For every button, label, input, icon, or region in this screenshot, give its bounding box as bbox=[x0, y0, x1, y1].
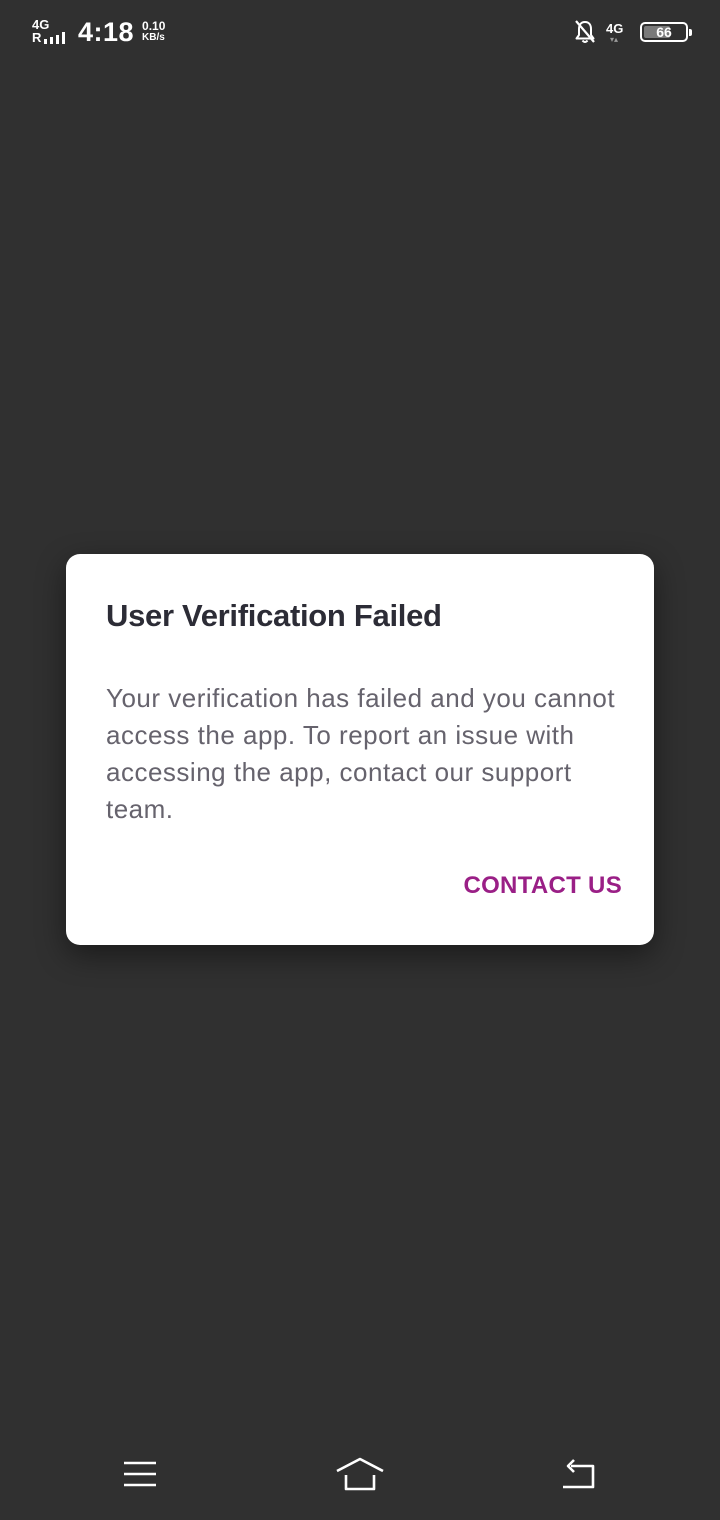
speed-unit: KB/s bbox=[142, 32, 165, 43]
bell-off-icon bbox=[574, 19, 596, 45]
verification-failed-dialog: User Verification Failed Your verificati… bbox=[66, 554, 654, 945]
status-bar: 4G R 4:18 0.10 KB/s 4G ▾▴ 66 bbox=[0, 0, 720, 64]
navigation-bar bbox=[0, 1436, 720, 1520]
home-icon[interactable] bbox=[330, 1452, 390, 1496]
battery-level: 66 bbox=[656, 24, 672, 40]
signal-bars bbox=[44, 32, 65, 44]
network-speed: 0.10 KB/s bbox=[142, 19, 166, 43]
speed-value: 0.10 bbox=[142, 19, 166, 33]
menu-icon[interactable] bbox=[110, 1452, 170, 1496]
network-right-label: 4G bbox=[606, 21, 624, 36]
contact-us-button[interactable]: CONTACT US bbox=[463, 866, 622, 906]
status-right: 4G ▾▴ 66 bbox=[574, 16, 692, 48]
screen: 4G R 4:18 0.10 KB/s 4G ▾▴ 66 User Verifi… bbox=[0, 0, 720, 1520]
network-4g-icon: 4G ▾▴ bbox=[606, 18, 626, 46]
signal-icon: 4G R bbox=[32, 18, 72, 46]
battery-icon: 66 bbox=[640, 22, 692, 42]
status-left: 4G R 4:18 0.10 KB/s bbox=[32, 16, 165, 48]
dialog-message: Your verification has failed and you can… bbox=[106, 683, 616, 824]
back-icon[interactable] bbox=[549, 1452, 609, 1496]
roaming-label: R bbox=[32, 30, 42, 45]
dialog-title: User Verification Failed bbox=[106, 598, 442, 633]
clock: 4:18 bbox=[78, 16, 135, 47]
data-activity-icon: ▾▴ bbox=[610, 35, 619, 44]
